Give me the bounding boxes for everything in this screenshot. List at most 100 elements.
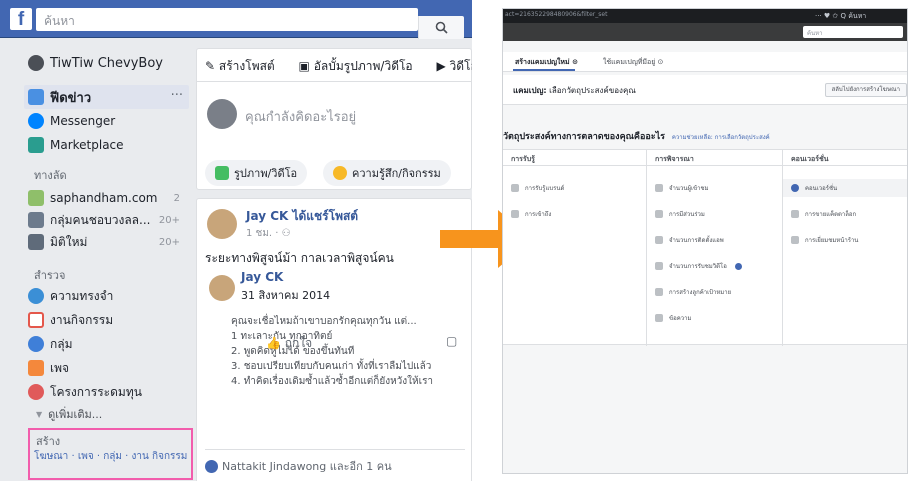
marketplace-icon (28, 137, 44, 153)
facebook-screenshot: f ค้นหา TiwTiw ChevyBoy ฟีดข่าว ··· Mess… (0, 0, 472, 481)
objective-conversions[interactable]: คอนเวอร์ชั่น (783, 179, 907, 197)
ads-header-bar: ค้นหา (503, 23, 907, 41)
objective-catalog-sales[interactable]: การขายแค็ตตาล็อก (791, 208, 856, 220)
news-feed-main: ✎ สร้างโพสต์ ▣ อัลบั้มรูปภาพ/วิดีโอ ▶ วิ… (196, 38, 472, 481)
switch-ad-creation-button[interactable]: สลับไปยังการสร้างโฆษณา (824, 83, 907, 97)
post-timestamp[interactable]: 1 ชม. · ⚇ (246, 226, 291, 241)
column-consideration: การพิจารณา จำนวนผู้เข้าชม การมีส่วนร่วม … (647, 150, 783, 346)
video-icon (655, 262, 663, 270)
reactions-summary[interactable]: Nattakit Jindawong และอีก 1 คน (205, 457, 392, 475)
text-line: 3. ชอบเปรียบเทียบกับคนเก่า ทั้งที่เราลืม… (231, 361, 432, 372)
avatar[interactable] (207, 209, 237, 239)
thumbs-up-icon: 👍 (266, 336, 281, 350)
objective-video-views[interactable]: จำนวนการรับชมวิดีโอ (655, 260, 742, 272)
objective-lead-generation[interactable]: การสร้างลูกค้าเป้าหมาย (655, 286, 731, 298)
objective-traffic[interactable]: จำนวนผู้เข้าชม (655, 182, 709, 194)
divider (205, 449, 465, 450)
store-icon (791, 236, 799, 244)
objective-table: การรับรู้ การรับรู้แบรนด์ การเข้าถึง การ… (503, 149, 907, 346)
feeling-activity-button[interactable]: ความรู้สึก/กิจกรรม (323, 160, 451, 186)
like-button[interactable]: 👍 ถูกใจ (266, 334, 312, 353)
feed-post: Jay CK ได้แชร์โพสต์ 1 ชม. · ⚇ ระยะทางพิส… (196, 198, 472, 481)
sidebar-item-messenger[interactable]: Messenger (28, 111, 115, 131)
chat-icon (655, 314, 663, 322)
objective-engagement[interactable]: การมีส่วนร่วม (655, 208, 705, 220)
sidebar-item-memories[interactable]: ความทรงจำ (28, 286, 113, 306)
sidebar-item-shortcut[interactable]: มิติใหม่ 20+ (28, 232, 188, 252)
people-icon (655, 210, 663, 218)
sidebar-item-label: เพจ (50, 360, 70, 375)
funnel-icon (655, 288, 663, 296)
tab-use-existing-campaign[interactable]: ใช้แคมเปญที่มีอยู่ ⊙ (603, 57, 663, 68)
sidebar-item-pages[interactable]: เพจ (28, 358, 69, 378)
tab-photo-album[interactable]: ▣ อัลบั้มรูปภาพ/วิดีโอ (299, 59, 423, 73)
campaign-row: แคมเปญ: เลือกวัตถุประสงค์ของคุณ สลับไปยั… (503, 75, 907, 105)
reach-icon (511, 210, 519, 218)
photo-video-label: รูปภาพ/วิดีโอ (234, 167, 298, 180)
column-header: คอนเวอร์ชั่น (783, 150, 907, 166)
info-icon: ⊙ (657, 58, 664, 66)
box-icon (655, 236, 663, 244)
avatar[interactable] (209, 275, 235, 301)
photo-video-button[interactable]: รูปภาพ/วิดีโอ (205, 160, 308, 186)
objective-help-link[interactable]: ความช่วยเหลือ: การเลือกวัตถุประสงค์ (672, 134, 770, 141)
sidebar-item-fundraisers[interactable]: โครงการระดมทุน (28, 382, 142, 402)
shared-author[interactable]: Jay CK (241, 270, 283, 284)
left-sidebar: TiwTiw ChevyBoy ฟีดข่าว ··· Messenger Ma… (0, 38, 190, 481)
text-line: คุณจะเชื่อไหมถ้าเขาบอกรักคุณทุกวัน แต่..… (231, 316, 417, 327)
column-header: การรับรู้ (503, 150, 646, 166)
campaign-tabs: สร้างแคมเปญใหม่ ⊙ ใช้แคมเปญที่มีอยู่ ⊙ (503, 52, 907, 72)
search-icon (435, 21, 448, 34)
sidebar-item-label: saphandham.com (50, 191, 158, 205)
objective-app-installs[interactable]: จำนวนการติดตั้งแอพ (655, 234, 724, 246)
search-button[interactable] (418, 16, 464, 39)
comment-button[interactable]: ▢ (446, 334, 457, 348)
tab-create-new-campaign[interactable]: สร้างแคมเปญใหม่ ⊙ (515, 57, 578, 68)
unread-count: 20+ (158, 214, 180, 226)
divider (197, 81, 472, 82)
objective-store-visits[interactable]: การเยี่ยมชมหน้าร้าน (791, 234, 858, 246)
composer-input[interactable]: คุณกำลังคิดอะไรอยู่ (245, 106, 356, 127)
sidebar-item-events[interactable]: งานกิจกรรม (28, 310, 113, 330)
fundraiser-icon (28, 384, 44, 400)
see-more-link[interactable]: ▼ ดูเพิ่มเติม... (36, 404, 102, 424)
sidebar-item-label: โครงการระดมทุน (50, 384, 142, 399)
sidebar-item-shortcut[interactable]: saphandham.com 2 (28, 188, 188, 208)
sidebar-item-news-feed[interactable]: ฟีดข่าว ··· (24, 85, 189, 109)
megaphone-icon (511, 184, 519, 192)
avatar (28, 55, 44, 71)
create-links[interactable]: โฆษณา · เพจ · กลุ่ม · งาน กิจกรรม (34, 449, 194, 464)
post-composer: ✎ สร้างโพสต์ ▣ อัลบั้มรูปภาพ/วิดีโอ ▶ วิ… (196, 48, 472, 190)
tab-create-post[interactable]: ✎ สร้างโพสต์ (205, 59, 285, 73)
more-options-icon[interactable]: ··· (171, 88, 183, 103)
search-input[interactable]: ค้นหา (803, 26, 903, 38)
globe-icon (791, 184, 799, 192)
tab-video[interactable]: ▶ วิดีโอ (436, 59, 472, 73)
reactions-label: Nattakit Jindawong และอีก 1 คน (222, 460, 392, 473)
sidebar-item-groups[interactable]: กลุ่ม (28, 334, 73, 354)
objective-brand-awareness[interactable]: การรับรู้แบรนด์ (511, 182, 564, 194)
url-text[interactable]: act=216352298480906&filter_set (505, 11, 607, 18)
facebook-logo-icon[interactable]: f (10, 8, 32, 30)
sidebar-item-profile[interactable]: TiwTiw ChevyBoy (28, 55, 163, 71)
sidebar-item-label: กลุ่มคนชอบวงลล... (50, 212, 151, 227)
shared-date: 31 สิงหาคม 2014 (241, 289, 331, 302)
objective-reach[interactable]: การเข้าถึง (511, 208, 551, 220)
post-author[interactable]: Jay CK ได้แชร์โพสต์ (246, 207, 358, 226)
sidebar-item-shortcut[interactable]: กลุ่มคนชอบวงลล... 20+ (28, 210, 188, 230)
search-placeholder: ค้นหา (44, 14, 75, 28)
group-thumbnail-icon (28, 212, 44, 228)
search-input[interactable]: ค้นหา (36, 8, 464, 39)
unread-count: 2 (173, 192, 180, 204)
browser-bar: act=216352298480906&filter_set ··· ♥ ✩ Q… (503, 9, 907, 23)
groups-icon (28, 336, 44, 352)
campaign-label: แคมเปญ: เลือกวัตถุประสงค์ของคุณ (513, 86, 636, 95)
photo-icon (215, 166, 229, 180)
profile-name: TiwTiw ChevyBoy (50, 55, 163, 71)
smiley-icon (333, 166, 347, 180)
toolbar-icons[interactable]: ··· ♥ ✩ Q ค้นหา (815, 11, 866, 22)
objective-messages[interactable]: ข้อความ (655, 312, 691, 324)
sidebar-item-label: งานกิจกรรม (50, 312, 114, 327)
sidebar-item-label: กลุ่ม (50, 336, 73, 351)
sidebar-item-marketplace[interactable]: Marketplace (28, 135, 124, 155)
